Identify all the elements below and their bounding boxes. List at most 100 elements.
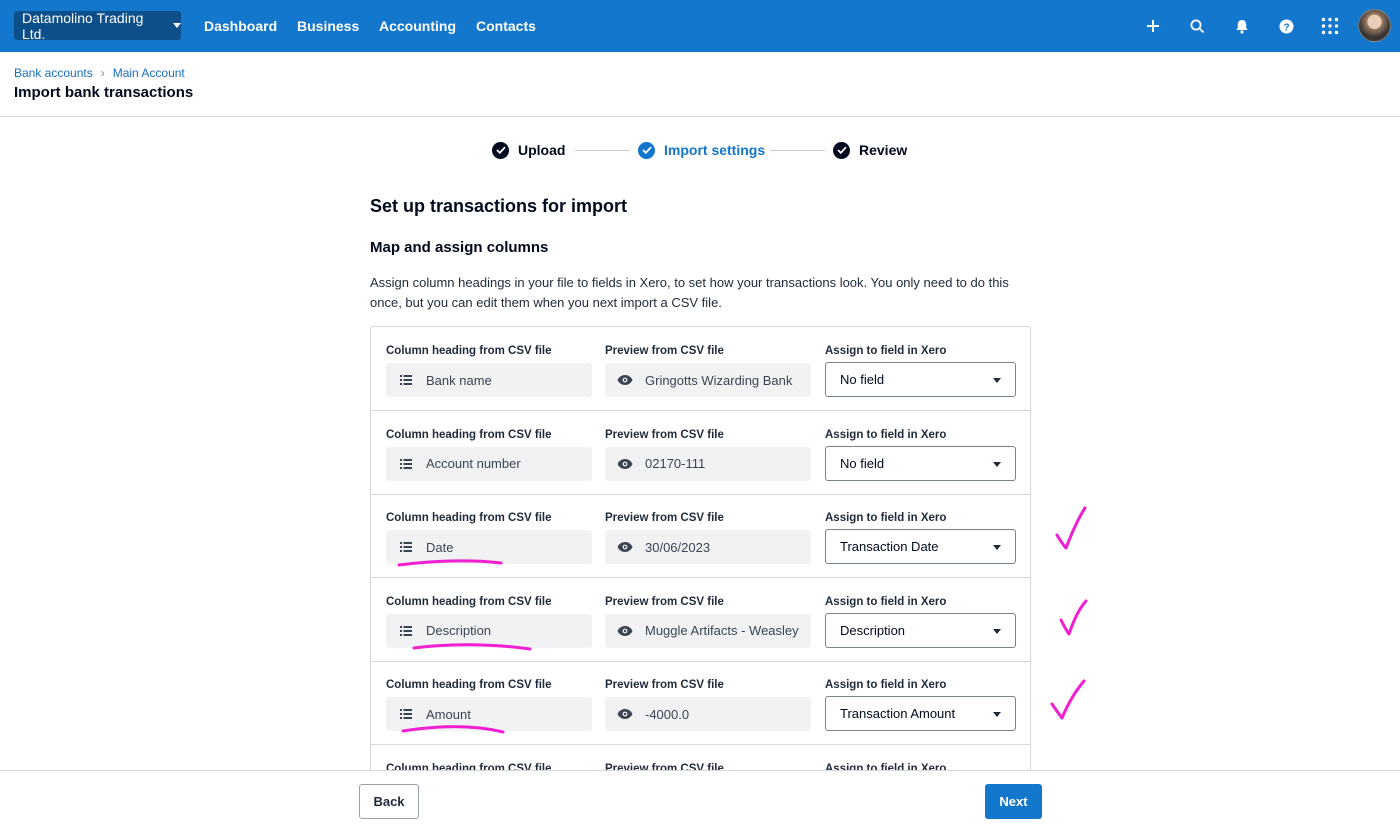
- section-heading: Set up transactions for import: [370, 196, 628, 216]
- check-circle-icon: [492, 141, 509, 159]
- step-import-settings: Import settings: [638, 140, 765, 160]
- selected-field: Transaction Amount: [840, 706, 956, 722]
- search-icon[interactable]: [1186, 15, 1208, 37]
- csv-heading-label: Column heading from CSV file: [386, 345, 552, 357]
- xero-field-select[interactable]: No field: [825, 362, 1016, 397]
- preview-field: 02170-111: [605, 446, 811, 481]
- mapping-row: Column heading from CSV file Preview from…: [371, 578, 1030, 662]
- check-circle-icon: [638, 141, 655, 159]
- preview-value: Gringotts Wizarding Bank: [645, 372, 793, 388]
- plus-icon[interactable]: [1142, 15, 1164, 37]
- organisation-switcher[interactable]: Datamolino Trading Ltd.: [14, 9, 181, 42]
- apps-grid-icon[interactable]: [1319, 15, 1341, 37]
- csv-heading-field: Date: [386, 530, 592, 565]
- csv-heading-value: Date: [426, 539, 454, 555]
- dropdown-arrow-icon: [993, 378, 1001, 383]
- page-title: Import bank transactions: [14, 84, 194, 101]
- dropdown-arrow-icon: [993, 545, 1001, 551]
- preview-value: 02170-111: [645, 456, 706, 472]
- checkmark-icon: [1059, 599, 1088, 636]
- step-connector: [770, 150, 825, 151]
- user-avatar[interactable]: [1358, 9, 1391, 42]
- csv-heading-label: Column heading from CSV file: [386, 428, 552, 441]
- preview-value: -4000.0: [645, 706, 690, 722]
- xero-field-select[interactable]: No field: [825, 445, 1016, 481]
- help-icon[interactable]: ?: [1275, 15, 1297, 37]
- csv-heading-value: Amount: [426, 706, 471, 722]
- preview-label: Preview from CSV file: [605, 595, 724, 608]
- section-subheading: Map and assign columns: [370, 239, 549, 256]
- mapping-row: Column heading from CSV file Preview from…: [371, 327, 1030, 411]
- back-button[interactable]: Back: [359, 784, 419, 819]
- bell-icon[interactable]: [1231, 15, 1253, 37]
- assign-label: Assign to field in Xero: [825, 512, 947, 525]
- nav-business[interactable]: Business: [297, 0, 359, 52]
- step-upload: Upload: [492, 140, 565, 160]
- preview-label: Preview from CSV file: [605, 679, 724, 692]
- dropdown-arrow-icon: [993, 712, 1001, 718]
- xero-field-select[interactable]: Description: [825, 612, 1016, 648]
- step-label: Import settings: [664, 142, 766, 158]
- assign-label: Assign to field in Xero: [825, 428, 947, 441]
- eye-icon: [605, 458, 645, 469]
- preview-label: Preview from CSV file: [605, 512, 724, 525]
- preview-label: Preview from CSV file: [605, 345, 724, 357]
- checkmark-icon: [1055, 506, 1087, 550]
- dropdown-arrow-icon: [993, 461, 1001, 467]
- csv-heading-value: Description: [426, 623, 492, 639]
- eye-icon: [605, 375, 645, 385]
- organisation-name: Datamolino Trading Ltd.: [22, 9, 144, 42]
- preview-value: Muggle Artifacts - Weasley: [645, 623, 799, 639]
- mapping-row: Column heading from CSV file Preview from…: [371, 494, 1030, 579]
- breadcrumb-main-account[interactable]: Main Account: [113, 66, 185, 80]
- mapping-row: Column heading from CSV file Preview from…: [371, 661, 1030, 746]
- dropdown-arrow-icon: [993, 628, 1001, 634]
- top-navigation-bar: Datamolino Trading Ltd. Dashboard Busine…: [0, 0, 1400, 52]
- csv-heading-label: Column heading from CSV file: [386, 595, 552, 608]
- svg-text:?: ?: [1283, 22, 1289, 33]
- selected-field: No field: [840, 455, 885, 471]
- assign-label: Assign to field in Xero: [825, 595, 947, 608]
- breadcrumb-bank-accounts[interactable]: Bank accounts: [14, 66, 93, 80]
- csv-heading-field: Description: [386, 613, 592, 648]
- nav-contacts[interactable]: Contacts: [476, 0, 536, 52]
- eye-icon: [605, 542, 645, 553]
- csv-heading-field: Amount: [386, 697, 592, 732]
- column-mapping-table: Column heading from CSV file Preview from…: [370, 326, 1031, 786]
- breadcrumb: Bank accounts › Main Account: [14, 66, 185, 80]
- selected-field: Description: [840, 622, 906, 638]
- checkmark-icon: [1050, 679, 1086, 720]
- list-icon: [386, 709, 426, 720]
- header-divider: [0, 116, 1400, 117]
- eye-icon: [605, 625, 645, 636]
- csv-heading-value: Account number: [426, 456, 521, 472]
- csv-heading-field: Bank name: [386, 363, 592, 397]
- preview-field: 30/06/2023: [605, 530, 811, 565]
- nav-accounting[interactable]: Accounting: [379, 0, 456, 52]
- preview-field: Gringotts Wizarding Bank: [605, 363, 811, 397]
- list-icon: [386, 375, 426, 385]
- step-review: Review: [833, 140, 907, 160]
- selected-field: No field: [840, 372, 885, 387]
- step-label: Upload: [518, 142, 566, 158]
- xero-field-select[interactable]: Transaction Amount: [825, 696, 1016, 732]
- chevron-right-icon: ›: [100, 66, 105, 80]
- assign-label: Assign to field in Xero: [825, 345, 947, 357]
- csv-heading-label: Column heading from CSV file: [386, 512, 552, 525]
- xero-field-select[interactable]: Transaction Date: [825, 529, 1016, 565]
- step-label: Review: [859, 142, 908, 158]
- list-icon: [386, 542, 426, 553]
- nav-dashboard[interactable]: Dashboard: [204, 0, 277, 52]
- list-icon: [386, 458, 426, 469]
- list-icon: [386, 625, 426, 636]
- next-button[interactable]: Next: [985, 784, 1042, 819]
- preview-label: Preview from CSV file: [605, 428, 724, 441]
- selected-field: Transaction Date: [840, 539, 939, 555]
- csv-heading-label: Column heading from CSV file: [386, 679, 552, 692]
- mapping-row: Column heading from CSV file Preview from…: [371, 411, 1030, 495]
- csv-heading-value: Bank name: [426, 372, 492, 388]
- preview-value: 30/06/2023: [645, 539, 711, 555]
- preview-field: Muggle Artifacts - Weasley: [605, 613, 811, 648]
- check-circle-icon: [833, 141, 850, 159]
- step-connector: [575, 150, 630, 151]
